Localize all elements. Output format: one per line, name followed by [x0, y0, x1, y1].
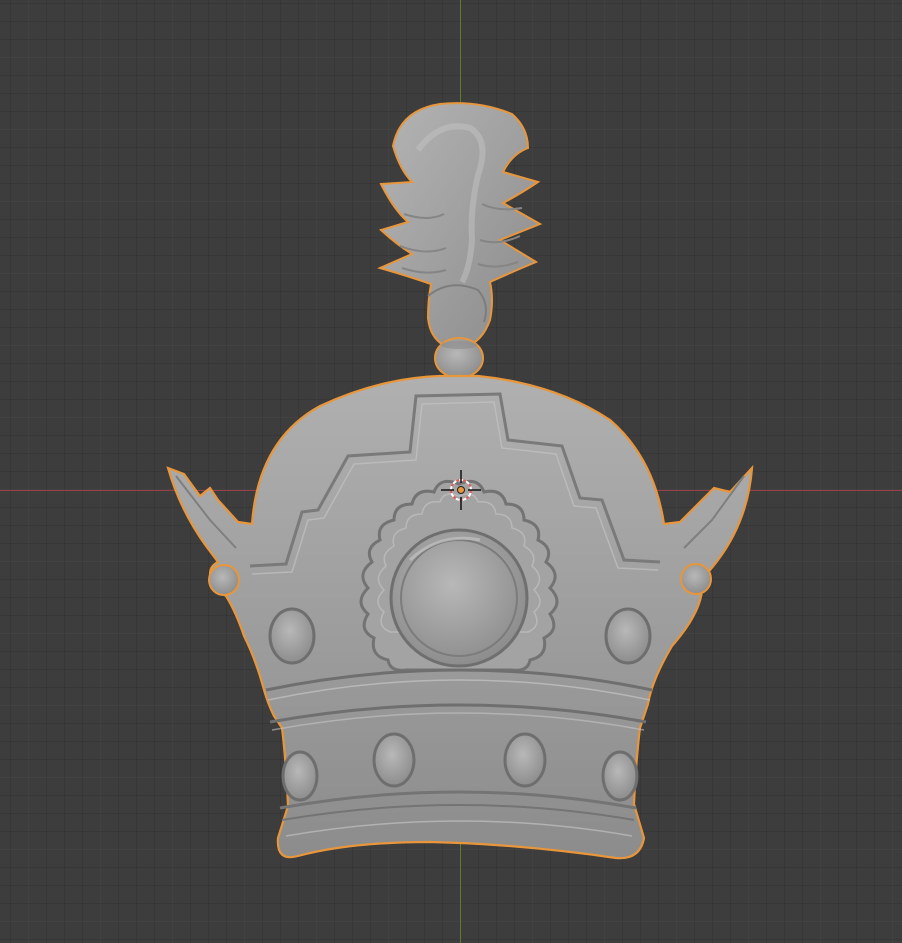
crown-plume[interactable] [377, 102, 543, 347]
scene-canvas[interactable] [0, 0, 902, 943]
crown-ball-right [680, 563, 712, 595]
crown-gem-band-1 [281, 750, 319, 802]
crown-gem-upper-left [268, 607, 316, 665]
crown-knob[interactable] [434, 337, 484, 379]
crown-gem-band-3 [503, 732, 547, 788]
crown-gem-band-4 [601, 750, 639, 802]
crown-gem-band-2 [372, 732, 416, 788]
crown-gem-upper-right [604, 607, 652, 665]
3d-viewport[interactable] [0, 0, 902, 943]
object-origin [457, 486, 465, 494]
crown-ball-left [208, 564, 240, 596]
